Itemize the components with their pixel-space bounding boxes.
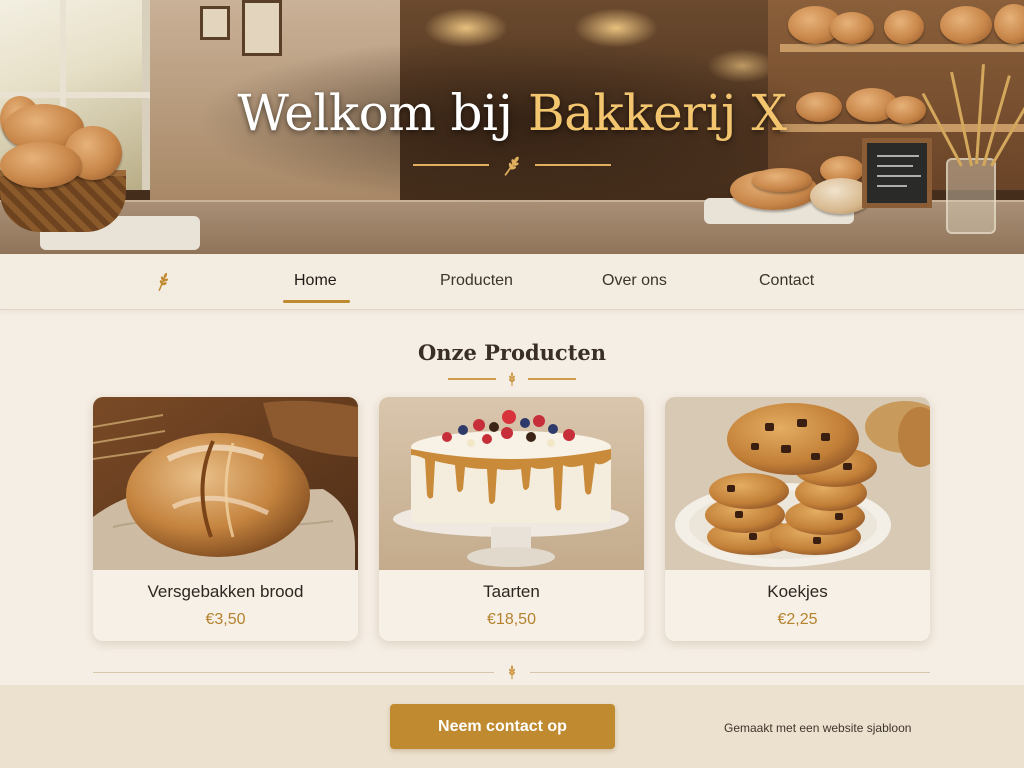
product-name: Taarten (483, 582, 540, 601)
section-title: Onze Producten (417, 340, 607, 365)
hero-title: Welkom bij Bakkerij X (0, 84, 1024, 142)
bottom-divider (93, 662, 930, 682)
product-card-cake[interactable]: Taarten €18,50 (379, 397, 644, 641)
nav-item-contact[interactable]: Contact (759, 272, 814, 290)
divider-line (93, 671, 494, 673)
cake-image (379, 397, 644, 570)
divider-line (448, 378, 496, 380)
hero-title-accent: Bakkerij X (527, 84, 787, 142)
nav-item-home[interactable]: Home (294, 272, 337, 290)
wheat-icon (504, 156, 519, 176)
footer: Neem contact op Gemaakt met een website … (0, 685, 1024, 768)
hero-title-prefix: Welkom bij (237, 84, 528, 142)
section-divider (0, 369, 1024, 389)
divider-line (529, 671, 930, 673)
bread-image (93, 397, 358, 570)
hero-banner: Welkom bij Bakkerij X (0, 0, 1024, 254)
nav-item-over-ons[interactable]: Over ons (602, 272, 667, 290)
cookies-image (665, 397, 930, 570)
product-price: €2,25 (777, 611, 818, 628)
wheat-icon (508, 665, 515, 680)
product-name: Koekjes (767, 582, 828, 601)
main-nav: Home Producten Over ons Contact (0, 254, 1024, 310)
divider-line (413, 164, 489, 166)
wheat-icon (509, 372, 515, 387)
product-name: Versgebakken brood (147, 582, 304, 601)
divider-line (535, 164, 611, 166)
contact-button[interactable]: Neem contact op (390, 704, 615, 749)
product-card-bread[interactable]: Versgebakken brood €3,50 (93, 397, 358, 641)
divider-line (528, 378, 576, 380)
product-card-cookies[interactable]: Koekjes €2,25 (665, 397, 930, 641)
active-nav-indicator (283, 300, 350, 303)
footer-credit: Gemaakt met een website sjabloon (724, 721, 912, 735)
hero-divider (0, 150, 1024, 180)
product-price: €3,50 (205, 611, 246, 628)
nav-item-producten[interactable]: Producten (440, 272, 513, 290)
product-price: €18,50 (487, 611, 536, 628)
wheat-icon[interactable] (152, 268, 174, 294)
